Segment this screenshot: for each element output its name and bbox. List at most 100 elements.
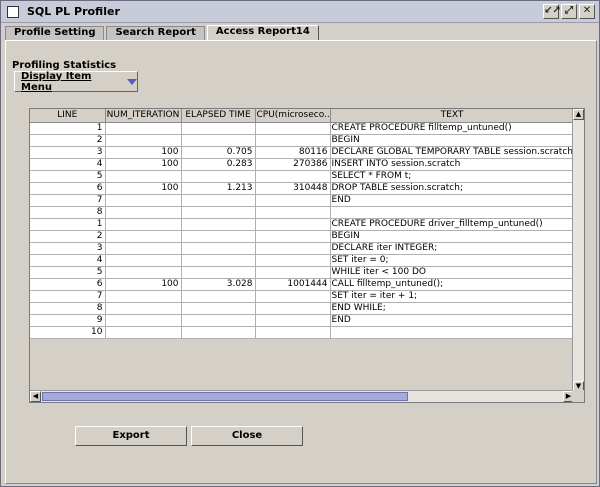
cell-text: END — [330, 314, 574, 327]
cell-line: 6 — [30, 182, 106, 195]
statistics-table: LINE NUM_ITERATION ELAPSED TIME CPU(micr… — [29, 108, 585, 403]
cell-cpu — [255, 290, 331, 303]
cell-line: 8 — [30, 302, 106, 315]
cell-num-iteration — [105, 206, 182, 219]
cell-num-iteration — [105, 218, 182, 231]
cell-num-iteration — [105, 242, 182, 255]
cell-num-iteration — [105, 170, 182, 183]
cell-cpu: 270386 — [255, 158, 331, 171]
close-icon[interactable]: ✕ — [579, 4, 595, 19]
cell-num-iteration — [105, 290, 182, 303]
column-header-elapsed-time[interactable]: ELAPSED TIME — [181, 109, 256, 123]
cell-cpu — [255, 134, 331, 147]
cell-line: 7 — [30, 194, 106, 207]
cell-line: 5 — [30, 266, 106, 279]
cell-line: 2 — [30, 230, 106, 243]
cell-cpu: 1001444 — [255, 278, 331, 291]
cell-num-iteration — [105, 266, 182, 279]
column-header-num-iteration[interactable]: NUM_ITERATION — [105, 109, 182, 123]
column-header-cpu[interactable]: CPU(microseco... — [255, 109, 331, 123]
profiler-window: SQL PL Profiler ↙↗ ⤢ ✕ Profile Setting S… — [0, 0, 600, 487]
scroll-up-icon[interactable]: ▲ — [573, 109, 584, 120]
maximize-icon[interactable]: ⤢ — [561, 4, 577, 19]
table-row[interactable]: 7 END — [30, 194, 574, 207]
cell-cpu — [255, 254, 331, 267]
table-row[interactable]: 3 100 0.705 80116 DECLARE GLOBAL TEMPORARY … — [30, 146, 574, 159]
cell-text — [330, 326, 574, 339]
cell-line: 2 — [30, 134, 106, 147]
table-row[interactable]: 2 BEGIN — [30, 230, 574, 243]
table-row[interactable]: 4 100 0.283 270386 INSERT INTO session.scra… — [30, 158, 574, 171]
cell-elapsed-time — [181, 290, 256, 303]
cell-elapsed-time — [181, 170, 256, 183]
cell-elapsed-time — [181, 218, 256, 231]
cell-text: BEGIN — [330, 134, 574, 147]
column-header-line[interactable]: LINE — [30, 109, 106, 123]
table-row[interactable]: 5 WHILE iter < 100 DO — [30, 266, 574, 279]
horizontal-scrollbar[interactable]: ◀ ▶ — [30, 390, 574, 402]
window-title: SQL PL Profiler — [27, 5, 120, 18]
tab-profile-setting[interactable]: Profile Setting — [5, 26, 105, 40]
table-row[interactable]: 9 END — [30, 314, 574, 327]
display-item-menu-button[interactable]: Display Item Menu — [14, 70, 138, 93]
close-button[interactable]: Close — [191, 426, 303, 446]
table-row[interactable]: 4 SET iter = 0; — [30, 254, 574, 267]
minimize-icon[interactable]: ↙↗ — [543, 4, 561, 19]
table-row[interactable]: 6 100 3.028 1001444 CALL filltemp_untuned()… — [30, 278, 574, 291]
cell-elapsed-time: 0.283 — [181, 158, 256, 171]
table-row[interactable]: 5 SELECT * FROM t; — [30, 170, 574, 183]
table-row[interactable]: 2 BEGIN — [30, 134, 574, 147]
cell-num-iteration — [105, 134, 182, 147]
cell-line: 1 — [30, 122, 106, 135]
horizontal-scroll-thumb[interactable] — [42, 392, 408, 401]
cell-cpu: 310448 — [255, 182, 331, 195]
export-button[interactable]: Export — [75, 426, 187, 446]
section-title: Profiling Statistics — [12, 60, 117, 71]
cell-text: CREATE PROCEDURE filltemp_untuned() — [330, 122, 574, 135]
table-row[interactable]: 7 SET iter = iter + 1; — [30, 290, 574, 303]
cell-elapsed-time: 1.213 — [181, 182, 256, 195]
cell-elapsed-time — [181, 134, 256, 147]
cell-line: 6 — [30, 278, 106, 291]
table-row[interactable]: 8 END WHILE; — [30, 302, 574, 315]
cell-cpu — [255, 194, 331, 207]
tab-search-report[interactable]: Search Report — [106, 26, 205, 40]
table-header: LINE NUM_ITERATION ELAPSED TIME CPU(micr… — [30, 109, 574, 123]
column-header-text[interactable]: TEXT — [330, 109, 574, 123]
cell-line: 4 — [30, 254, 106, 267]
cell-text: SELECT * FROM t; — [330, 170, 574, 183]
cell-line: 5 — [30, 170, 106, 183]
cell-elapsed-time — [181, 122, 256, 135]
cell-line: 10 — [30, 326, 106, 339]
table-row[interactable]: 1 CREATE PROCEDURE driver_filltemp_untune… — [30, 218, 574, 231]
cell-text: DECLARE iter INTEGER; — [330, 242, 574, 255]
table-row[interactable]: 8 — [30, 206, 574, 219]
vertical-scrollbar[interactable]: ▲ ▼ — [572, 109, 584, 392]
table-body: 1 CREATE PROCEDURE filltemp_untuned() 2 BEG… — [30, 122, 574, 339]
cell-text: INSERT INTO session.scratch — [330, 158, 574, 171]
cell-text: CALL filltemp_untuned(); — [330, 278, 574, 291]
cell-cpu — [255, 302, 331, 315]
table-empty-area — [30, 338, 574, 392]
title-bar: SQL PL Profiler ↙↗ ⤢ ✕ — [1, 1, 599, 23]
cell-num-iteration: 100 — [105, 146, 182, 159]
cell-num-iteration — [105, 122, 182, 135]
app-icon — [7, 5, 19, 18]
scroll-left-icon[interactable]: ◀ — [30, 391, 41, 402]
cell-elapsed-time — [181, 326, 256, 339]
tab-bar: Profile Setting Search Report Access Rep… — [5, 25, 321, 40]
cell-text — [330, 206, 574, 219]
tab-access-report[interactable]: Access Report14 — [206, 25, 319, 40]
cell-line: 7 — [30, 290, 106, 303]
cell-num-iteration: 100 — [105, 278, 182, 291]
cell-text: END WHILE; — [330, 302, 574, 315]
tab-content-panel: Profiling Statistics Display Item Menu L… — [5, 40, 597, 484]
table-row[interactable]: 3 DECLARE iter INTEGER; — [30, 242, 574, 255]
table-row[interactable]: 1 CREATE PROCEDURE filltemp_untuned() — [30, 122, 574, 135]
cell-line: 8 — [30, 206, 106, 219]
scroll-corner — [572, 390, 584, 402]
table-row[interactable]: 10 — [30, 326, 574, 339]
table-row[interactable]: 6 100 1.213 310448 DROP TABLE session.scrat… — [30, 182, 574, 195]
cell-cpu — [255, 170, 331, 183]
menu-label: Display Item Menu — [21, 70, 92, 93]
